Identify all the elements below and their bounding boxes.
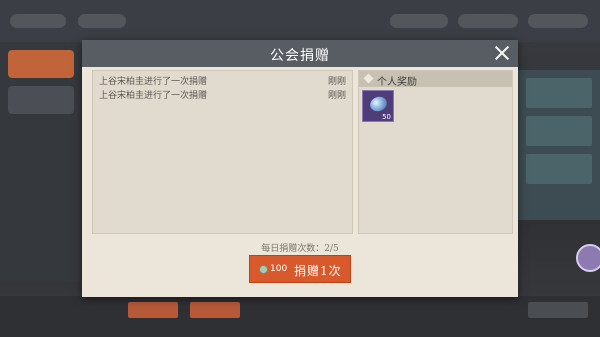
gem-icon — [368, 94, 389, 114]
log-entry-time: 刚刚 — [327, 77, 346, 87]
coin-icon — [259, 265, 268, 274]
reward-item-count: 50 — [382, 113, 391, 121]
donate-button[interactable]: 100 捐赠1次 — [249, 255, 351, 283]
log-entry: 上谷宋柏圭进行了一次捐赠 刚刚 — [99, 74, 346, 88]
donate-button-label: 捐赠1次 — [294, 264, 342, 278]
dialog-title: 公会捐赠 — [270, 48, 330, 64]
avatar[interactable] — [576, 244, 600, 272]
log-entry-text: 上谷宋柏圭进行了一次捐赠 — [99, 77, 208, 87]
personal-reward-panel: 个人奖励 50 — [358, 70, 513, 234]
donation-log-panel: 上谷宋柏圭进行了一次捐赠 刚刚 上谷宋柏圭进行了一次捐赠 刚刚 — [92, 70, 353, 234]
log-entry-time: 刚刚 — [327, 91, 346, 101]
dialog-header: 公会捐赠 — [82, 40, 518, 67]
background-right-panel — [518, 70, 600, 220]
diamond-icon — [363, 73, 374, 84]
reward-item[interactable]: 50 — [362, 90, 394, 122]
log-entry-text: 上谷宋柏圭进行了一次捐赠 — [99, 91, 208, 101]
close-icon[interactable] — [492, 43, 512, 63]
background-top-bar — [0, 0, 600, 42]
donate-cost: 100 — [270, 264, 288, 274]
reward-header-label: 个人奖励 — [377, 77, 417, 88]
log-entry: 上谷宋柏圭进行了一次捐赠 刚刚 — [99, 88, 346, 102]
background-left-menu — [0, 42, 82, 282]
donation-dialog: 公会捐赠 上谷宋柏圭进行了一次捐赠 刚刚 上谷宋柏圭进行了一次捐赠 刚刚 个人奖… — [82, 40, 518, 297]
daily-donation-counter: 每日捐赠次数：2/5 — [261, 244, 339, 254]
reward-header: 个人奖励 — [359, 71, 512, 88]
background-bottom-bar — [0, 296, 600, 337]
